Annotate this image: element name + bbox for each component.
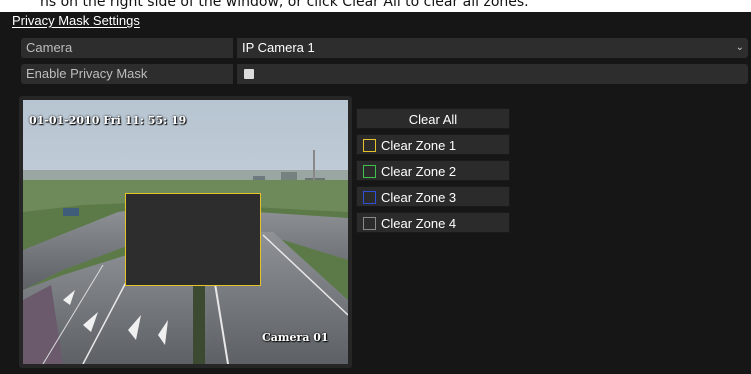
- zone-4-color-swatch: [363, 217, 376, 230]
- camera-select-value: IP Camera 1: [242, 40, 315, 55]
- enable-privacy-mask-checkbox[interactable]: [244, 69, 254, 79]
- clear-zone-2-button[interactable]: Clear Zone 2: [356, 160, 510, 181]
- camera-row: Camera IP Camera 1 ⌄: [21, 38, 748, 58]
- enable-privacy-mask-row: Enable Privacy Mask: [21, 64, 748, 84]
- clear-zone-2-label: Clear Zone 2: [381, 164, 457, 179]
- zone-3-color-swatch: [363, 191, 376, 204]
- osd-camera-name: Camera 01: [262, 331, 329, 344]
- window-title: Privacy Mask Settings: [12, 13, 140, 28]
- clear-zone-4-label: Clear Zone 4: [381, 216, 457, 231]
- chevron-down-icon: ⌄: [735, 42, 744, 53]
- privacy-mask-zone-1[interactable]: [125, 193, 261, 286]
- zone-2-color-swatch: [363, 165, 376, 178]
- video-preview-frame: 01-01-2010 Fri 11: 55: 19 Camera 01: [19, 96, 352, 368]
- caption-text: ns on the right side of the window, or c…: [40, 0, 529, 10]
- caption-strip: ns on the right side of the window, or c…: [0, 0, 751, 12]
- zone-1-color-swatch: [363, 139, 376, 152]
- clear-zone-1-label: Clear Zone 1: [381, 138, 457, 153]
- clear-zone-4-button[interactable]: Clear Zone 4: [356, 212, 510, 233]
- clear-zone-1-button[interactable]: Clear Zone 1: [356, 134, 510, 155]
- clear-zone-3-button[interactable]: Clear Zone 3: [356, 186, 510, 207]
- camera-preview[interactable]: 01-01-2010 Fri 11: 55: 19 Camera 01: [23, 100, 348, 364]
- clear-all-label: Clear All: [408, 112, 458, 127]
- clear-zone-3-label: Clear Zone 3: [381, 190, 457, 205]
- camera-label: Camera: [21, 38, 233, 58]
- enable-privacy-mask-label: Enable Privacy Mask: [21, 64, 233, 84]
- clear-all-button[interactable]: Clear All: [356, 108, 510, 129]
- osd-timestamp: 01-01-2010 Fri 11: 55: 19: [29, 114, 187, 127]
- camera-select[interactable]: IP Camera 1 ⌄: [237, 38, 748, 58]
- privacy-mask-panel: Privacy Mask Settings Camera IP Camera 1…: [0, 12, 751, 374]
- enable-privacy-mask-field: [237, 64, 748, 84]
